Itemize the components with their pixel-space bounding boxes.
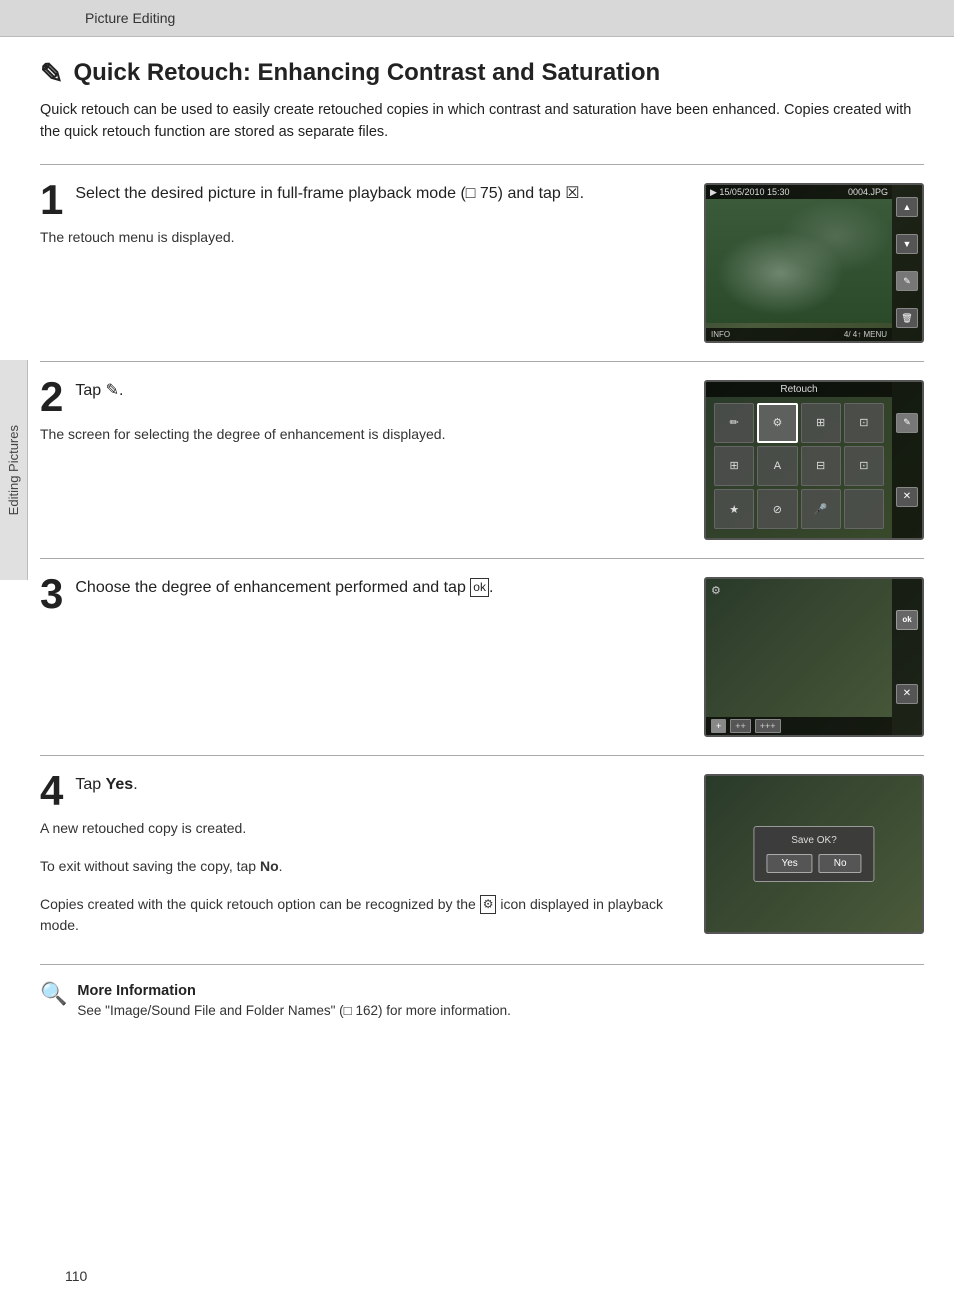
step-4-content: 4 Tap Yes. A new retouched copy is creat… [40, 774, 684, 936]
screen1-image [706, 199, 892, 323]
step-4: 4 Tap Yes. A new retouched copy is creat… [40, 755, 924, 954]
screen1-icons: ▲ ▼ ✎ 🗑 [892, 185, 922, 341]
more-info-title: More Information [77, 983, 510, 999]
screen1-counter: 4/ 4↑ MENU [844, 330, 887, 339]
grid-icon-1: ✏ [714, 403, 754, 443]
screen3-close-btn[interactable]: ✕ [896, 684, 918, 704]
ok-icon: ok [470, 578, 489, 597]
screen2-right-panel: ✎ ✕ [892, 382, 922, 538]
screen2-edit-btn[interactable]: ✎ [896, 413, 918, 433]
grid-icon-8: ⊡ [844, 446, 884, 486]
step-1: 1 Select the desired picture in full-fra… [40, 164, 924, 361]
step-1-screen: ▶ 15/05/2010 15:30 0004.JPG ▲ ▼ ✎ 🗑 INFO… [704, 183, 924, 343]
grid-icon-11: 🎤 [801, 489, 841, 529]
step-4-instruction: 4 Tap Yes. [40, 774, 684, 812]
save-dialog-title: Save OK? [766, 835, 861, 846]
more-info-icon: 🔍 [40, 981, 67, 1007]
side-tab-label: Editing Pictures [6, 425, 21, 515]
step-3-number: 3 [40, 577, 63, 615]
screen3-ok-btn[interactable]: ok [896, 610, 918, 630]
intro-paragraph: Quick retouch can be used to easily crea… [40, 100, 924, 144]
step-4-number: 4 [40, 774, 63, 812]
step-4-desc2: To exit without saving the copy, tap No. [40, 856, 684, 877]
step-2-number: 2 [40, 380, 63, 418]
screen1-topbar: ▶ 15/05/2010 15:30 0004.JPG [706, 185, 892, 200]
screen2-close-btn[interactable]: ✕ [896, 487, 918, 507]
step-1-instruction: 1 Select the desired picture in full-fra… [40, 183, 684, 221]
breadcrumb-text: Picture Editing [85, 10, 175, 26]
enhance-high[interactable]: +++ [755, 719, 781, 733]
step-3-content: 3 Choose the degree of enhancement perfo… [40, 577, 684, 621]
grid-icon-5: ⊞ [714, 446, 754, 486]
screen3-right-panel: ok ✕ [892, 579, 922, 735]
save-dialog-buttons: Yes No [766, 854, 861, 873]
grid-icon-10: ⊘ [757, 489, 797, 529]
step-4-screen: Save OK? Yes No [704, 774, 924, 934]
screen2-title: Retouch [706, 382, 892, 397]
step-3: 3 Choose the degree of enhancement perfo… [40, 558, 924, 755]
screen3-bottom-bar: + ++ +++ [706, 717, 892, 735]
quick-retouch-icon: ✎ [40, 57, 63, 90]
edit-btn[interactable]: ✎ [896, 271, 918, 291]
screen3-retouch-icon: ⚙ [711, 584, 721, 597]
grid-icon-3: ⊞ [801, 403, 841, 443]
main-content: ✎ Quick Retouch: Enhancing Contrast and … [40, 37, 924, 1018]
grid-icon-2: ⚙ [757, 403, 797, 443]
step-4-desc1: A new retouched copy is created. [40, 818, 684, 839]
page-number: 110 [65, 1268, 87, 1284]
inline-retouch-icon: ⚙ [480, 895, 497, 914]
nav-up-btn[interactable]: ▲ [896, 197, 918, 217]
breadcrumb-bar: Picture Editing [0, 0, 954, 37]
step-3-screen: ⚙ ok ✕ + ++ +++ [704, 577, 924, 737]
yes-button[interactable]: Yes [766, 854, 812, 873]
grid-icon-7: ⊟ [801, 446, 841, 486]
step-1-content: 1 Select the desired picture in full-fra… [40, 183, 684, 248]
step-2-instruction: 2 Tap ✎. [40, 380, 684, 418]
title-section: ✎ Quick Retouch: Enhancing Contrast and … [40, 57, 924, 90]
screen1-timestamp: ▶ 15/05/2010 15:30 [710, 187, 790, 198]
grid-icon-4: ⊡ [844, 403, 884, 443]
step-1-number: 1 [40, 183, 63, 221]
more-info-content: More Information See "Image/Sound File a… [77, 983, 510, 1018]
step-1-description: The retouch menu is displayed. [40, 227, 684, 248]
screen1-info: INFO [711, 330, 730, 339]
more-info-section: 🔍 More Information See "Image/Sound File… [40, 964, 924, 1018]
side-tab: Editing Pictures [0, 360, 28, 580]
page-title: Quick Retouch: Enhancing Contrast and Sa… [73, 59, 660, 88]
more-info-text: See "Image/Sound File and Folder Names" … [77, 1003, 510, 1018]
screen1-filename: 0004.JPG [848, 187, 888, 198]
step-2-screen: Retouch ✏ ⚙ ⊞ ⊡ ⊞ A ⊟ ⊡ ★ ⊘ 🎤 ✎ ✕ [704, 380, 924, 540]
enhance-low[interactable]: + [711, 719, 726, 733]
grid-icon-empty [844, 489, 884, 529]
step-4-desc3: Copies created with the quick retouch op… [40, 894, 684, 936]
step-2-description: The screen for selecting the degree of e… [40, 424, 684, 445]
no-button[interactable]: No [819, 854, 862, 873]
screen1-bottombar: INFO 4/ 4↑ MENU [706, 328, 892, 341]
step-2-content: 2 Tap ✎. The screen for selecting the de… [40, 380, 684, 445]
save-dialog: Save OK? Yes No [753, 826, 874, 882]
step-3-instruction: 3 Choose the degree of enhancement perfo… [40, 577, 684, 615]
enhance-med[interactable]: ++ [730, 719, 751, 733]
screen2-grid: ✏ ⚙ ⊞ ⊡ ⊞ A ⊟ ⊡ ★ ⊘ 🎤 [711, 400, 887, 533]
grid-icon-9: ★ [714, 489, 754, 529]
delete-btn[interactable]: 🗑 [896, 308, 918, 328]
step-2: 2 Tap ✎. The screen for selecting the de… [40, 361, 924, 558]
nav-down-btn[interactable]: ▼ [896, 234, 918, 254]
grid-icon-6: A [757, 446, 797, 486]
